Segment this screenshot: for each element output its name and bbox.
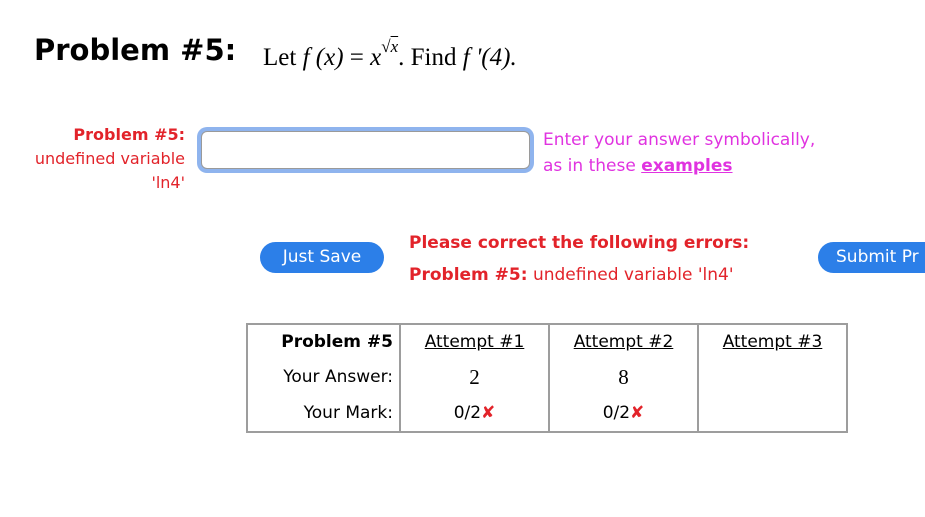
statement-base: x	[370, 44, 382, 71]
errors-text: undefined variable 'ln4'	[532, 265, 734, 285]
errors-problem: Problem #5:	[409, 265, 528, 285]
just-save-button[interactable]: Just Save	[260, 242, 384, 273]
wrong-mark-icon: ✘	[481, 403, 496, 423]
attempt-1-header: Attempt #1	[400, 324, 550, 359]
attempt-3-answer	[698, 359, 847, 395]
answer-input[interactable]	[201, 131, 530, 169]
attempt-2-mark: 0/2✘	[549, 395, 699, 432]
attempt-1-answer: 2	[400, 359, 550, 395]
attempts-header-row: Problem #5 Attempt #1 Attempt #2 Attempt…	[247, 324, 847, 359]
answers-row: Your Answer: 2 8	[247, 359, 847, 395]
error-label-problem: Problem #5:	[73, 125, 185, 144]
attempt-2-mark-value: 0/2	[602, 403, 631, 423]
hint-line2-prefix: as in these	[543, 156, 636, 176]
attempt-2-answer: 8	[549, 359, 699, 395]
attempt-1-mark: 0/2✘	[400, 395, 550, 432]
errors-title: Please correct the following errors:	[409, 233, 750, 253]
attempt-2-header: Attempt #2	[549, 324, 699, 359]
errors-message: Problem #5: undefined variable 'ln4'	[409, 265, 734, 285]
submit-button[interactable]: Submit Pr	[818, 242, 925, 273]
statement-equals: =	[349, 44, 364, 71]
attempts-header-problem: Problem #5	[247, 324, 401, 359]
error-label-line2: 'ln4'	[151, 173, 185, 192]
statement-radicand: x	[390, 37, 399, 56]
problem-statement: Let f (x) = x√x. Find f '(4).	[263, 37, 517, 72]
statement-function: f (x)	[302, 44, 344, 71]
attempts-table: Problem #5 Attempt #1 Attempt #2 Attempt…	[246, 323, 848, 433]
attempt-3-mark	[698, 395, 847, 432]
attempt-3-header: Attempt #3	[698, 324, 847, 359]
statement-find: . Find	[398, 44, 457, 71]
wrong-mark-icon: ✘	[630, 403, 645, 423]
attempt-1-link[interactable]: Attempt #1	[425, 332, 525, 352]
error-label-line1: undefined variable	[34, 149, 185, 168]
marks-row-label: Your Mark:	[247, 395, 401, 432]
attempt-1-mark-value: 0/2	[453, 403, 482, 423]
hint-line2: as in these examples	[543, 153, 815, 179]
answer-error-label: Problem #5: undefined variable 'ln4'	[10, 123, 185, 195]
statement-target: f '(4).	[462, 44, 517, 71]
attempt-2-link[interactable]: Attempt #2	[574, 332, 674, 352]
attempt-3-link[interactable]: Attempt #3	[723, 332, 823, 352]
answer-hint: Enter your answer symbolically, as in th…	[543, 127, 815, 179]
hint-line1: Enter your answer symbolically,	[543, 130, 816, 150]
marks-row: Your Mark: 0/2✘ 0/2✘	[247, 395, 847, 432]
examples-link[interactable]: examples	[641, 156, 732, 176]
statement-let: Let	[263, 44, 297, 71]
problem-heading: Problem #5:	[34, 33, 237, 67]
answers-row-label: Your Answer:	[247, 359, 401, 395]
statement-exponent: √x	[381, 37, 399, 56]
